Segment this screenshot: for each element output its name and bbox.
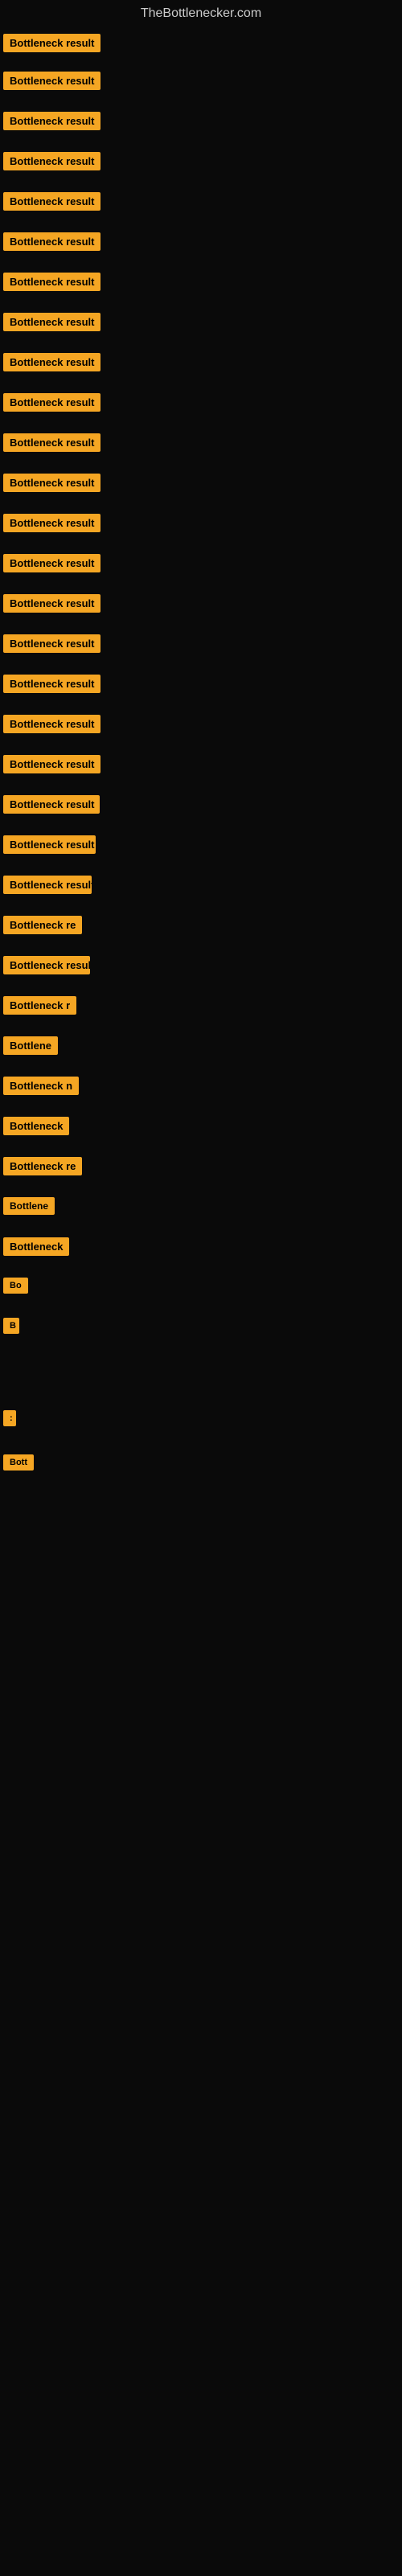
bottleneck-label-18: Bottleneck result <box>3 755 100 773</box>
bottleneck-label-17: Bottleneck result <box>3 715 100 733</box>
bottleneck-row-3: Bottleneck result <box>3 152 100 174</box>
bottleneck-label-31: Bo <box>3 1278 28 1294</box>
bottleneck-label-5: Bottleneck result <box>3 232 100 251</box>
bottleneck-label-34: : <box>3 1410 16 1426</box>
bottleneck-label-20: Bottleneck result <box>3 835 96 854</box>
bottleneck-row-20: Bottleneck result <box>3 835 96 858</box>
bottleneck-row-0: Bottleneck result <box>3 34 100 56</box>
bottleneck-row-34: : <box>3 1410 16 1430</box>
bottleneck-label-29: Bottlene <box>3 1197 55 1215</box>
bottleneck-label-8: Bottleneck result <box>3 353 100 371</box>
bottleneck-row-5: Bottleneck result <box>3 232 100 255</box>
bottleneck-row-17: Bottleneck result <box>3 715 100 737</box>
bottleneck-label-15: Bottleneck result <box>3 634 100 653</box>
bottleneck-label-28: Bottleneck re <box>3 1157 82 1175</box>
bottleneck-row-24: Bottleneck r <box>3 996 76 1019</box>
bottleneck-row-35: Bott <box>3 1454 34 1475</box>
bottleneck-label-3: Bottleneck result <box>3 152 100 170</box>
bottleneck-row-1: Bottleneck result <box>3 72 100 94</box>
bottleneck-label-7: Bottleneck result <box>3 313 100 331</box>
bottleneck-label-16: Bottleneck result <box>3 675 100 693</box>
bottleneck-label-21: Bottleneck result <box>3 876 92 894</box>
bottleneck-row-13: Bottleneck result <box>3 554 100 576</box>
bottleneck-row-22: Bottleneck re <box>3 916 82 938</box>
bottleneck-label-13: Bottleneck result <box>3 554 100 572</box>
bottleneck-row-28: Bottleneck re <box>3 1157 82 1179</box>
bottleneck-label-4: Bottleneck result <box>3 192 100 211</box>
bottleneck-row-9: Bottleneck result <box>3 393 100 416</box>
bottleneck-row-25: Bottlene <box>3 1036 58 1059</box>
bottleneck-label-22: Bottleneck re <box>3 916 82 934</box>
bottleneck-row-29: Bottlene <box>3 1197 55 1219</box>
bottleneck-label-9: Bottleneck result <box>3 393 100 412</box>
bottleneck-row-7: Bottleneck result <box>3 313 100 335</box>
bottleneck-row-23: Bottleneck resul <box>3 956 90 978</box>
bottleneck-label-0: Bottleneck result <box>3 34 100 52</box>
bottleneck-row-15: Bottleneck result <box>3 634 100 657</box>
bottleneck-label-10: Bottleneck result <box>3 433 100 452</box>
site-title: TheBottlenecker.com <box>0 0 402 27</box>
bottleneck-row-14: Bottleneck result <box>3 594 100 617</box>
bottleneck-label-24: Bottleneck r <box>3 996 76 1015</box>
bottleneck-label-30: Bottleneck <box>3 1237 69 1256</box>
bottleneck-label-11: Bottleneck result <box>3 474 100 492</box>
bottleneck-label-6: Bottleneck result <box>3 273 100 291</box>
bottleneck-row-27: Bottleneck <box>3 1117 69 1139</box>
bottleneck-row-31: Bo <box>3 1278 28 1298</box>
bottleneck-row-19: Bottleneck result <box>3 795 100 818</box>
bottleneck-label-12: Bottleneck result <box>3 514 100 532</box>
bottleneck-label-25: Bottlene <box>3 1036 58 1055</box>
bottleneck-label-1: Bottleneck result <box>3 72 100 90</box>
bottleneck-row-4: Bottleneck result <box>3 192 100 215</box>
bottleneck-row-32: B <box>3 1318 19 1338</box>
bottleneck-label-26: Bottleneck n <box>3 1077 79 1095</box>
bottleneck-label-32: B <box>3 1318 19 1334</box>
bottleneck-row-2: Bottleneck result <box>3 112 100 134</box>
bottleneck-label-19: Bottleneck result <box>3 795 100 814</box>
bottleneck-row-6: Bottleneck result <box>3 273 100 295</box>
bottleneck-row-16: Bottleneck result <box>3 675 100 697</box>
bottleneck-row-26: Bottleneck n <box>3 1077 79 1099</box>
bottleneck-row-18: Bottleneck result <box>3 755 100 777</box>
bottleneck-row-12: Bottleneck result <box>3 514 100 536</box>
bottleneck-label-27: Bottleneck <box>3 1117 69 1135</box>
bottleneck-row-30: Bottleneck <box>3 1237 69 1260</box>
bottleneck-row-8: Bottleneck result <box>3 353 100 375</box>
bottleneck-row-11: Bottleneck result <box>3 474 100 496</box>
bottleneck-row-10: Bottleneck result <box>3 433 100 456</box>
bottleneck-label-23: Bottleneck resul <box>3 956 90 974</box>
bottleneck-label-35: Bott <box>3 1454 34 1471</box>
bottleneck-label-14: Bottleneck result <box>3 594 100 613</box>
bottleneck-row-21: Bottleneck result <box>3 876 92 898</box>
bottleneck-label-2: Bottleneck result <box>3 112 100 130</box>
